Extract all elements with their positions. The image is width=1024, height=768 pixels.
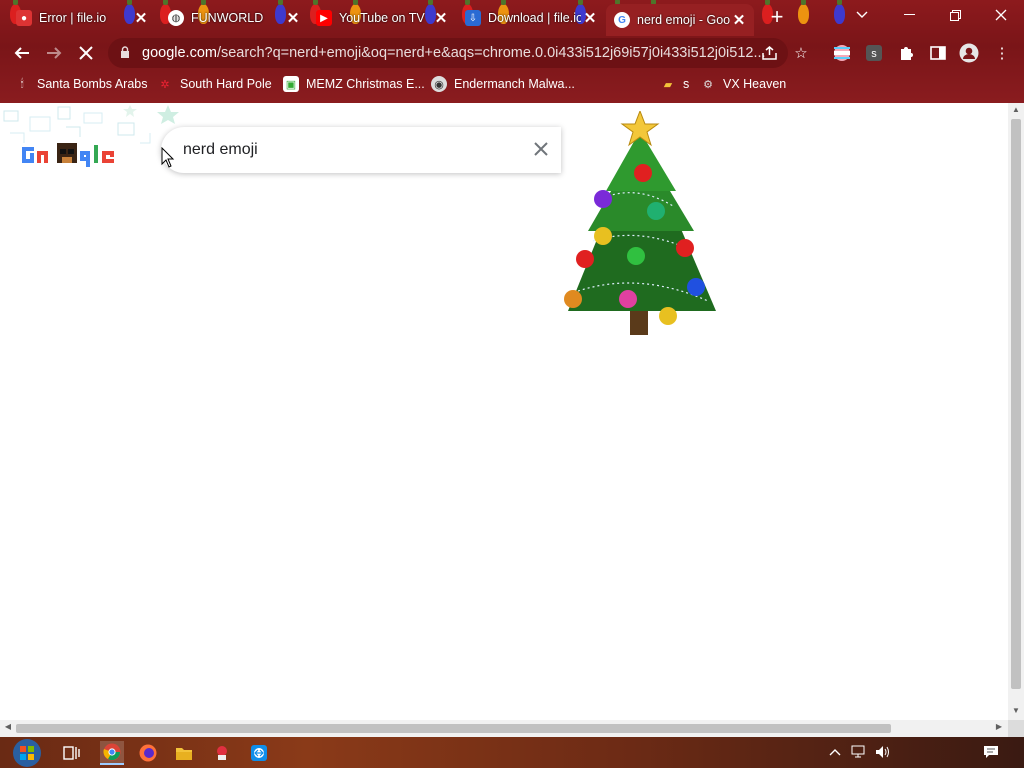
profile-avatar-icon[interactable] [959, 43, 979, 63]
bookmark-label: Endermanch Malwa... [454, 77, 575, 91]
forward-button[interactable] [42, 41, 66, 65]
bookmark-label: MEMZ Christmas E... [306, 77, 425, 91]
flag-extension-icon[interactable] [832, 43, 852, 63]
scroll-right-arrow-icon[interactable]: ▶ [993, 722, 1005, 734]
tab-title: Download | file.io [488, 11, 581, 25]
back-button[interactable] [10, 41, 34, 65]
vertical-scroll-thumb[interactable] [1011, 119, 1021, 689]
tab-funworld[interactable]: ◍ FUNWORLD ✕ [160, 4, 308, 32]
bookmark-star-icon[interactable]: ☆ [791, 43, 811, 63]
tab-title: Error | file.io [39, 11, 107, 25]
bookmark-endermanch[interactable]: ◉ Endermanch Malwa... [431, 74, 575, 94]
scroll-down-arrow-icon[interactable]: ▼ [1011, 706, 1021, 718]
snowflake-icon: ✲ [160, 78, 170, 91]
stop-loading-button[interactable] [74, 41, 98, 65]
side-panel-icon[interactable] [928, 43, 948, 63]
fileio-icon: ⇩ [465, 10, 481, 26]
url-text[interactable]: google.com/search?q=nerd+emoji&oq=nerd+e… [142, 45, 788, 61]
globe-icon: ◍ [168, 10, 184, 26]
scroll-left-arrow-icon[interactable]: ◀ [2, 722, 14, 734]
tab-close-icon[interactable]: ✕ [432, 9, 450, 27]
wolf-icon: ◉ [431, 76, 447, 92]
tab-title: nerd emoji - Google Search [637, 13, 730, 27]
tab-close-icon[interactable]: ✕ [284, 9, 302, 27]
file-explorer-taskbar-icon[interactable] [172, 741, 196, 765]
volume-icon[interactable] [874, 743, 892, 761]
vx-icon: ⚙ [703, 78, 713, 91]
notifications-icon[interactable] [982, 743, 1000, 761]
address-bar[interactable]: google.com/search?q=nerd+emoji&oq=nerd+e… [108, 38, 788, 68]
youtube-icon: ▶ [316, 10, 332, 26]
tab-title: YouTube on TV [339, 11, 425, 25]
google-logo-pixel-art [22, 143, 114, 167]
tab-title: FUNWORLD [191, 11, 264, 25]
bomb-icon: 🕯 [20, 77, 24, 90]
google-doodle-logo[interactable] [22, 141, 118, 175]
url-host: google.com [142, 45, 217, 61]
search-input[interactable] [181, 140, 515, 160]
folder-icon: ▰ [663, 78, 673, 91]
bookmark-santa-bombs[interactable]: 🕯 Santa Bombs Arabs [14, 74, 147, 94]
red-app-taskbar-icon[interactable] [210, 741, 234, 765]
tab-close-icon[interactable]: ✕ [581, 9, 599, 27]
bookmark-label: VX Heaven [723, 77, 787, 91]
windows-logo-icon [13, 738, 41, 767]
svg-text:s: s [871, 48, 877, 60]
horizontal-scroll-thumb[interactable] [16, 724, 891, 733]
mouse-cursor-icon [161, 147, 175, 168]
bookmark-vx-heaven[interactable]: ⚙ VX Heaven [700, 74, 786, 94]
restore-button[interactable] [932, 0, 978, 30]
minimize-button[interactable] [886, 0, 932, 30]
vertical-scrollbar[interactable]: ▲ ▼ [1008, 103, 1024, 720]
tab-download-fileio[interactable]: ⇩ Download | file.io ✕ [457, 4, 605, 32]
lock-icon[interactable] [120, 46, 132, 60]
bookmark-label: s [683, 77, 690, 91]
tab-close-icon[interactable]: ✕ [132, 9, 150, 27]
bookmark-label: Santa Bombs Arabs [37, 77, 148, 91]
christmas-tree-decoration [564, 111, 716, 335]
menu-kebab-icon[interactable]: ⋮ [992, 43, 1012, 63]
bookmark-memz-christmas[interactable]: ▣ MEMZ Christmas E... [283, 74, 425, 94]
start-button[interactable] [10, 737, 44, 768]
red-circle-icon: ● [16, 10, 32, 26]
page-content [0, 103, 1008, 720]
tab-youtube[interactable]: ▶ YouTube on TV ✕ [308, 4, 456, 32]
close-window-button[interactable] [978, 0, 1024, 30]
extensions-puzzle-icon[interactable] [896, 43, 916, 63]
bookmark-folder[interactable]: ▰ s [660, 74, 689, 94]
google-icon: G [614, 12, 630, 28]
show-hidden-icons-chevron-icon[interactable] [826, 743, 844, 761]
new-tab-button[interactable]: + [766, 6, 788, 29]
taskbar [0, 737, 1024, 768]
tab-search-chevron-icon[interactable] [852, 8, 872, 28]
horizontal-scrollbar[interactable]: ◀ ▶ [0, 720, 1008, 737]
tab-error-fileio[interactable]: ● Error | file.io ✕ [8, 4, 156, 32]
task-view-icon[interactable] [60, 741, 84, 765]
firefox-taskbar-icon[interactable] [136, 741, 160, 765]
network-icon[interactable] [850, 743, 868, 761]
teamviewer-taskbar-icon[interactable] [247, 741, 271, 765]
bookmark-label: South Hard Pole [180, 77, 272, 91]
tab-close-icon[interactable]: ✕ [730, 11, 748, 29]
bookmark-south-hard-pole[interactable]: ✲ South Hard Pole [157, 74, 272, 94]
scroll-up-arrow-icon[interactable]: ▲ [1011, 105, 1021, 117]
search-box[interactable] [161, 127, 561, 173]
share-icon[interactable] [760, 43, 780, 63]
chrome-taskbar-icon[interactable] [100, 741, 124, 765]
tab-nerd-emoji-active[interactable]: G nerd emoji - Google Search ✕ [606, 4, 754, 36]
browser-chrome: ● Error | file.io ✕ ◍ FUNWORLD ✕ ▶ YouTu… [0, 0, 1024, 103]
image-icon: ▣ [283, 76, 299, 92]
s-extension-icon[interactable]: s [864, 43, 884, 63]
scrollbar-corner [1008, 720, 1024, 737]
url-path: /search?q=nerd+emoji&oq=nerd+e&aqs=chrom… [216, 45, 766, 61]
